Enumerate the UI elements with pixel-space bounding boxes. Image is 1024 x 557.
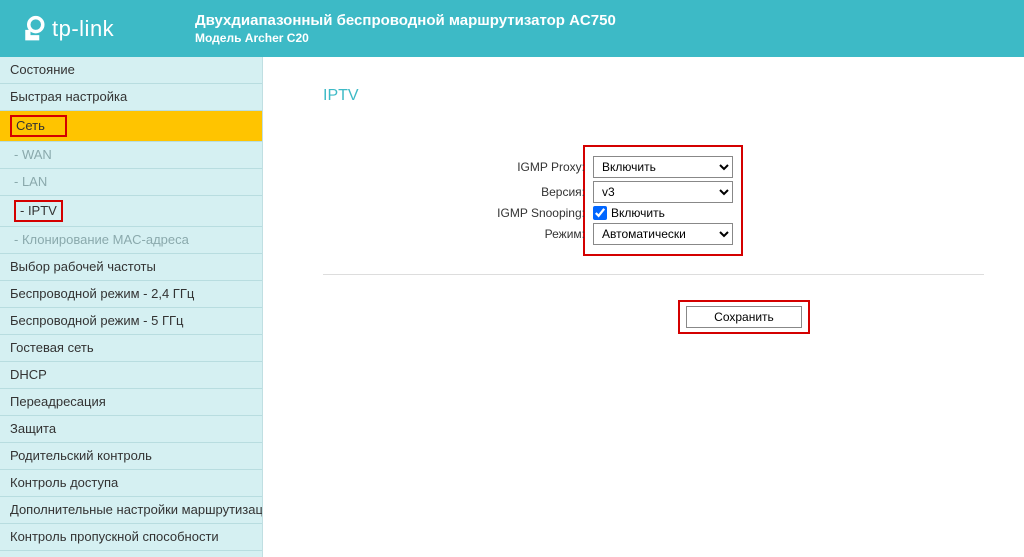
header-title: Двухдиапазонный беспроводной маршрутизат… [195,12,616,29]
form-divider [323,274,984,275]
sidebar-item-10[interactable]: Гостевая сеть [0,335,262,362]
sidebar-item-3[interactable]: - WAN [0,142,262,169]
sidebar-item-15[interactable]: Контроль доступа [0,470,262,497]
version-label: Версия: [475,185,585,199]
sidebar-item-8[interactable]: Беспроводной режим - 2,4 ГГц [0,281,262,308]
sidebar-item-17[interactable]: Контроль пропускной способности [0,524,262,551]
mode-select[interactable]: Автоматически [593,223,733,245]
tplink-logo-icon [20,15,48,43]
sidebar-item-4[interactable]: - LAN [0,169,262,196]
header-bar: tp-link Двухдиапазонный беспроводной мар… [0,0,1024,57]
sidebar-item-0[interactable]: Состояние [0,57,262,84]
brand-name: tp-link [52,16,114,42]
sidebar-item-18[interactable]: Привязка IP- и MAC-адресов [0,551,262,557]
sidebar-item-14[interactable]: Родительский контроль [0,443,262,470]
save-highlight: Сохранить [678,300,810,334]
sidebar-item-2[interactable]: Сеть [0,111,262,142]
save-button[interactable]: Сохранить [686,306,802,328]
main-content: IPTV IGMP Proxy: Включить Версия: v3 IGM… [263,57,1024,557]
sidebar-item-16[interactable]: Дополнительные настройки маршрутизации [0,497,262,524]
sidebar-item-1[interactable]: Быстрая настройка [0,84,262,111]
sidebar-item-6[interactable]: - Клонирование MAC-адреса [0,227,262,254]
igmp-snooping-check-label: Включить [611,206,665,220]
iptv-settings-block: IGMP Proxy: Включить Версия: v3 IGMP Sno… [583,145,743,256]
header-model: Модель Archer C20 [195,31,616,45]
igmp-snooping-label: IGMP Snooping: [475,206,585,220]
sidebar-item-9[interactable]: Беспроводной режим - 5 ГГц [0,308,262,335]
igmp-proxy-label: IGMP Proxy: [475,160,585,174]
igmp-proxy-select[interactable]: Включить [593,156,733,178]
version-select[interactable]: v3 [593,181,733,203]
brand-logo: tp-link [20,15,195,43]
sidebar-item-13[interactable]: Защита [0,416,262,443]
sidebar: СостояниеБыстрая настройкаСеть- WAN- LAN… [0,57,263,557]
mode-label: Режим: [475,227,585,241]
sidebar-item-12[interactable]: Переадресация [0,389,262,416]
sidebar-item-5[interactable]: - IPTV [0,196,262,227]
igmp-snooping-checkbox[interactable] [593,206,607,220]
header-titles: Двухдиапазонный беспроводной маршрутизат… [195,12,616,45]
page-title: IPTV [323,87,984,105]
sidebar-item-11[interactable]: DHCP [0,362,262,389]
sidebar-item-7[interactable]: Выбор рабочей частоты [0,254,262,281]
